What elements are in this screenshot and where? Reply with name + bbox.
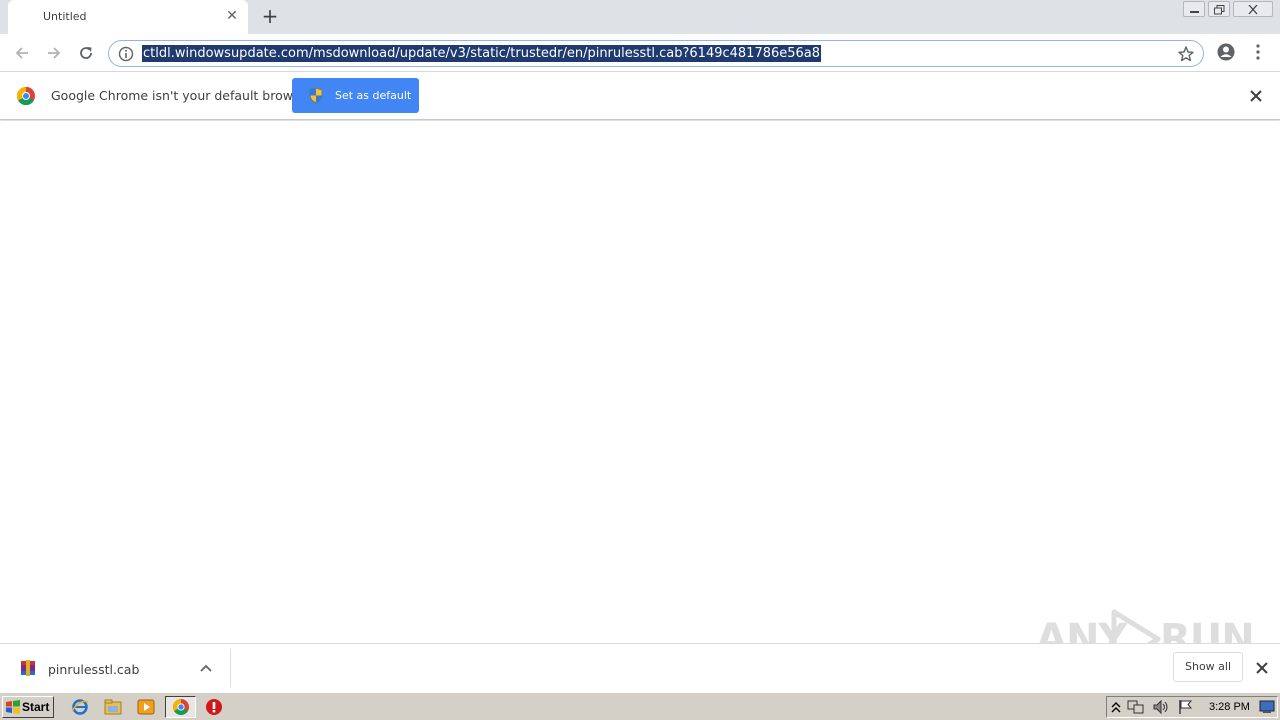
profile-icon[interactable] bbox=[1216, 42, 1236, 62]
back-button[interactable] bbox=[10, 41, 34, 65]
show-all-button[interactable]: Show all bbox=[1173, 652, 1243, 682]
chrome-logo-icon bbox=[16, 87, 35, 106]
minimize-button[interactable] bbox=[1183, 1, 1205, 17]
new-tab-button[interactable]: + bbox=[258, 5, 282, 29]
bookmark-star-icon[interactable] bbox=[1177, 45, 1195, 63]
close-window-icon bbox=[1248, 5, 1258, 15]
chevron-up-icon[interactable] bbox=[198, 660, 214, 676]
windows-taskbar: Start 3:28 PM bbox=[0, 692, 1280, 720]
windows-logo-icon bbox=[6, 700, 20, 714]
uac-shield-icon bbox=[309, 87, 323, 104]
network-icon[interactable] bbox=[1127, 699, 1145, 715]
forward-button[interactable] bbox=[42, 41, 66, 65]
shelf-divider bbox=[230, 649, 231, 687]
stop-sign-icon[interactable] bbox=[205, 698, 223, 716]
start-button[interactable]: Start bbox=[2, 696, 54, 718]
site-info-icon[interactable] bbox=[118, 46, 134, 62]
start-label: Start bbox=[22, 700, 50, 714]
reload-icon bbox=[80, 47, 92, 59]
media-player-icon[interactable] bbox=[137, 698, 155, 716]
toolbar: ctldl.windowsupdate.com/msdownload/updat… bbox=[0, 34, 1280, 72]
url-text[interactable]: ctldl.windowsupdate.com/msdownload/updat… bbox=[142, 45, 822, 62]
tab-untitled[interactable]: Untitled ✕ bbox=[8, 0, 248, 34]
system-tray: 3:28 PM bbox=[1106, 696, 1278, 718]
volume-icon[interactable] bbox=[1152, 699, 1170, 715]
action-center-flag-icon[interactable] bbox=[1177, 699, 1195, 715]
reload-button[interactable] bbox=[74, 41, 98, 65]
tray-expand-icon[interactable] bbox=[1111, 700, 1121, 714]
file-explorer-icon[interactable] bbox=[104, 698, 122, 716]
tab-title: Untitled bbox=[43, 10, 87, 23]
internet-explorer-icon[interactable] bbox=[71, 698, 89, 716]
archive-file-icon bbox=[21, 660, 35, 676]
set-as-default-label: Set as default bbox=[335, 89, 412, 102]
forward-arrow-icon bbox=[48, 47, 61, 59]
restore-button[interactable] bbox=[1208, 1, 1230, 17]
page-content bbox=[0, 121, 1280, 643]
menu-kebab-icon[interactable] bbox=[1250, 42, 1266, 62]
set-as-default-button[interactable]: Set as default bbox=[292, 78, 419, 113]
chrome-taskbar-icon bbox=[173, 699, 189, 715]
back-arrow-icon bbox=[15, 47, 28, 59]
shelf-close-icon[interactable] bbox=[1252, 658, 1272, 678]
download-filename[interactable]: pinrulesstl.cab bbox=[48, 662, 139, 677]
default-browser-infobar: Google Chrome isn't your default browser… bbox=[0, 72, 1280, 120]
tab-strip: Untitled ✕ + bbox=[0, 0, 1280, 34]
show-desktop-icon[interactable] bbox=[1259, 700, 1275, 714]
infobar-message: Google Chrome isn't your default browser bbox=[51, 88, 313, 103]
close-window-button[interactable] bbox=[1233, 1, 1273, 17]
tab-close-icon[interactable]: ✕ bbox=[224, 8, 240, 24]
restore-icon bbox=[1214, 5, 1225, 15]
taskbar-clock[interactable]: 3:28 PM bbox=[1209, 701, 1250, 713]
minimize-icon bbox=[1190, 11, 1199, 13]
address-bar[interactable]: ctldl.windowsupdate.com/msdownload/updat… bbox=[108, 40, 1204, 67]
download-shelf: pinrulesstl.cab Show all bbox=[0, 643, 1280, 692]
infobar-close-icon[interactable] bbox=[1246, 86, 1266, 106]
taskbar-chrome-button[interactable] bbox=[165, 696, 196, 718]
